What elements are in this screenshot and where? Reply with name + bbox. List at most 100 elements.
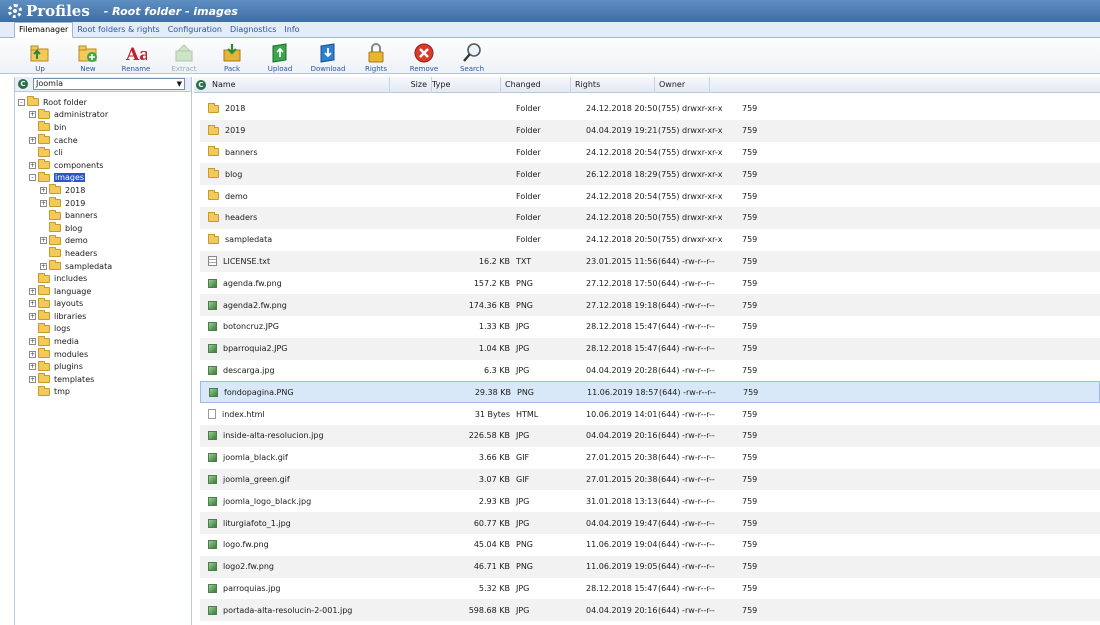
tree-node-label: cache bbox=[54, 135, 78, 145]
tree-node[interactable]: + modules bbox=[15, 348, 191, 361]
tree-node[interactable]: banners bbox=[15, 209, 191, 222]
site-select[interactable]: Joomla ▼ bbox=[33, 78, 185, 90]
tree-node[interactable]: + cache bbox=[15, 134, 191, 147]
column-size[interactable]: Size bbox=[390, 77, 431, 93]
tree-node[interactable]: + layouts bbox=[15, 297, 191, 311]
file-row[interactable]: logo.fw.png 45.04 KB PNG 11.06.2019 19:04 (6… bbox=[200, 534, 1100, 556]
column-owner[interactable]: Owner bbox=[655, 76, 710, 93]
expand-icon[interactable]: + bbox=[40, 199, 47, 207]
tab-info[interactable]: Info bbox=[280, 23, 303, 37]
expand-icon[interactable]: + bbox=[29, 287, 36, 295]
file-size: 16.2 KB bbox=[478, 256, 510, 266]
collapse-icon[interactable]: - bbox=[29, 174, 36, 182]
file-name-cell: liturgiafoto_1.jpg bbox=[200, 518, 390, 528]
file-row[interactable]: liturgiafoto_1.jpg 60.77 KB JPG 04.04.2019 … bbox=[200, 512, 1100, 534]
file-row[interactable]: 2019 Folder 04.04.2019 19:21 (755) drwxr-xr… bbox=[200, 119, 1100, 142]
tree-node[interactable]: + media bbox=[15, 335, 191, 348]
file-row[interactable]: 2018 Folder 24.12.2018 20:50 (755) drwxr-xr… bbox=[200, 98, 1100, 120]
folder-icon bbox=[208, 211, 219, 222]
tree-node[interactable]: + sampledata bbox=[15, 260, 191, 273]
file-row[interactable]: logo2.fw.png 46.71 KB PNG 11.06.2019 19:05(… bbox=[200, 555, 1100, 578]
up-button[interactable]: Up bbox=[16, 38, 64, 74]
tab-filemanager[interactable]: Filemanager bbox=[14, 22, 74, 38]
tree-node[interactable]: +2019 bbox=[15, 197, 191, 210]
pack-label: Pack bbox=[223, 65, 241, 73]
column-rights[interactable]: Rights bbox=[571, 76, 655, 93]
file-row[interactable]: fondopagina.PNG 29.38 KB PNG 11.06.2019 18:… bbox=[200, 381, 1100, 404]
expand-icon[interactable]: + bbox=[29, 338, 36, 346]
upload-button[interactable]: Upload bbox=[256, 38, 304, 74]
file-row[interactable]: LICENSE.txt 16.2 KB TXT 23.01.2015 11:56 (64… bbox=[200, 250, 1100, 273]
column-type[interactable]: Type bbox=[431, 76, 501, 93]
tree-node[interactable]: - Root folder bbox=[15, 96, 191, 109]
tab-configuration[interactable]: Configuration bbox=[164, 23, 226, 37]
file-row[interactable]: sampledata Folder 24.12.2018 20:50 (755) dr… bbox=[200, 229, 1100, 251]
tree-node[interactable]: bin bbox=[15, 121, 191, 134]
file-row[interactable]: index.html 31 Bytes HTML 10.06.2019 14:01 (6… bbox=[200, 403, 1100, 425]
tree-node[interactable]: cli bbox=[15, 146, 191, 159]
expand-icon[interactable]: + bbox=[29, 111, 36, 119]
folder-icon bbox=[49, 197, 61, 208]
file-row[interactable]: parroquias.jpg 5.32 KB JPG 28.12.2018 15:47… bbox=[200, 578, 1100, 600]
file-row[interactable]: agenda2.fw.png 174.36 KB PNG 27.12.2018 19:… bbox=[200, 294, 1100, 316]
search-button[interactable]: Search bbox=[448, 38, 496, 74]
file-row[interactable]: joomla_black.gif 3.66 KB GIF 27.01.2015 20:… bbox=[200, 447, 1100, 469]
file-row[interactable]: inside-alta-resolucion.jpg 226.58 KB JPG 04… bbox=[200, 425, 1100, 447]
file-row[interactable]: banners Folder 24.12.2018 20:54 (755) drwxr… bbox=[200, 142, 1100, 164]
expand-icon[interactable]: + bbox=[29, 350, 36, 358]
file-row[interactable]: portada-alta-resolucin-2-001.jpg 598.68 K… bbox=[200, 599, 1100, 622]
refresh-tree-icon[interactable]: C bbox=[18, 79, 28, 89]
expand-icon[interactable]: + bbox=[29, 300, 36, 308]
file-row[interactable]: descarga.jpg 6.3 KB JPG 04.04.2019 20:28 (64… bbox=[200, 360, 1100, 382]
file-row[interactable]: botoncruz.JPG 1.33 KB JPG 28.12.2018 15:47(… bbox=[200, 316, 1100, 338]
file-row[interactable]: headers Folder 24.12.2018 20:50 (755) drwxr… bbox=[200, 207, 1100, 229]
tree-node[interactable]: logs bbox=[15, 322, 191, 336]
expand-icon[interactable]: + bbox=[29, 312, 36, 320]
expand-icon[interactable]: + bbox=[29, 161, 36, 169]
file-row[interactable]: demo Folder 24.12.2018 20:54 (755) drwxr-xr… bbox=[200, 185, 1100, 207]
file-row[interactable]: joomla_logo_black.jpg 2.93 KB JPG 31.01.201… bbox=[200, 490, 1100, 512]
tree-node[interactable]: + language bbox=[15, 285, 191, 298]
tree-node[interactable]: - images bbox=[15, 171, 191, 185]
pack-button[interactable]: Pack bbox=[208, 38, 256, 74]
refresh-list-icon[interactable]: C bbox=[196, 79, 206, 90]
file-size: 1.33 KB bbox=[478, 322, 510, 332]
file-row[interactable]: joomla_green.gif 3.07 KB GIF 27.01.2015 20:… bbox=[200, 468, 1100, 491]
remove-button[interactable]: Remove bbox=[400, 38, 448, 74]
tree-node[interactable]: + demo bbox=[15, 234, 191, 248]
tree-node[interactable]: blog bbox=[15, 222, 191, 235]
collapse-icon[interactable]: - bbox=[18, 98, 25, 106]
column-changed[interactable]: Changed bbox=[501, 76, 571, 93]
tree-node[interactable]: headers bbox=[15, 247, 191, 260]
tab-root-folders-rights[interactable]: Root folders & rights bbox=[73, 23, 163, 37]
column-name[interactable]: Name bbox=[208, 76, 390, 93]
tree-node[interactable]: + plugins bbox=[15, 360, 191, 373]
expand-icon[interactable]: + bbox=[40, 262, 47, 270]
expand-icon[interactable]: + bbox=[29, 363, 36, 371]
tab-diagnostics[interactable]: Diagnostics bbox=[226, 23, 280, 37]
file-row[interactable]: bparroquia2.JPG 1.04 KB JPG 28.12.2018 15:4… bbox=[200, 337, 1100, 360]
expand-icon[interactable]: + bbox=[29, 136, 36, 144]
expand-icon[interactable]: + bbox=[29, 375, 36, 383]
tree-node-label: includes bbox=[54, 274, 88, 284]
file-size: 29.38 KB bbox=[474, 387, 511, 397]
file-row[interactable]: blog Folder 26.12.2018 18:29 (755) drwxr-xr… bbox=[200, 163, 1100, 186]
tree-node-label: Root folder bbox=[43, 97, 87, 107]
new-button[interactable]: New bbox=[64, 38, 112, 74]
download-button[interactable]: Download bbox=[304, 38, 352, 74]
expand-icon[interactable]: + bbox=[40, 186, 47, 194]
tree-node[interactable]: + templates bbox=[15, 373, 191, 386]
extract-button[interactable]: Extract bbox=[160, 38, 208, 74]
expand-icon[interactable]: + bbox=[40, 237, 47, 245]
tree-node[interactable]: +2018 bbox=[15, 184, 191, 197]
rename-button[interactable]: Aa Rename bbox=[112, 38, 160, 74]
file-row[interactable]: agenda.fw.png 157.2 KB PNG 27.12.2018 17:50… bbox=[200, 272, 1100, 294]
tree-node[interactable]: + administrator bbox=[15, 108, 191, 122]
tree-node[interactable]: tmp bbox=[15, 385, 191, 399]
tree-node[interactable]: + components bbox=[15, 159, 191, 172]
tree-node[interactable]: includes bbox=[15, 272, 191, 285]
rights-button[interactable]: Rights bbox=[352, 38, 400, 74]
file-size: 3.07 KB bbox=[478, 474, 510, 484]
tree-node[interactable]: + libraries bbox=[15, 310, 191, 323]
